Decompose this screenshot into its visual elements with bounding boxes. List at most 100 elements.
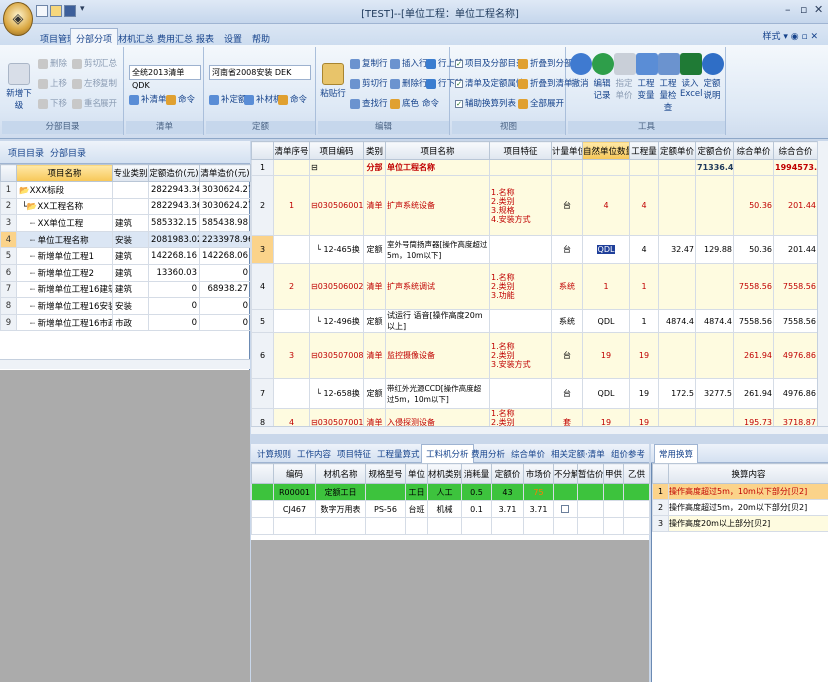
tree-row[interactable]: 7 ┈ 新增单位工程16建筑 建筑 0 68938.27: [0, 280, 251, 299]
column-header[interactable]: 自然单位数量: [582, 141, 630, 160]
tab-quantity-formula[interactable]: 工程量算式: [377, 448, 420, 460]
new-file-icon[interactable]: [36, 5, 48, 17]
column-header[interactable]: 工程量: [629, 141, 659, 160]
tree-row[interactable]: 9 ┈ 新增单位工程16市政 市政 0 0: [0, 313, 251, 332]
grid-row[interactable]: 1 ⊟ 分部 单位工程名称 71336.47 1994573.87: [251, 159, 818, 176]
tab-common-conversion[interactable]: 常用换算: [654, 444, 699, 463]
column-header[interactable]: 材机类别: [427, 463, 462, 484]
tab-settings[interactable]: 设置: [218, 28, 248, 46]
fold-to-bill-button[interactable]: 折叠到清单: [518, 77, 573, 89]
column-header[interactable]: 项目名称: [16, 164, 113, 182]
grid-row[interactable]: 63 ⊟030507008001 清单监控摄像设备 1.名称 2.类别 3.安装…: [251, 332, 818, 379]
restore-icon[interactable]: ▫: [800, 3, 807, 16]
grid-row[interactable]: 42 ⊟030506002001 清单扩声系统调试 1.名称 2.类别 3.功能…: [251, 263, 818, 310]
grid-row[interactable]: 21 ⊟030506001001 清单扩声系统设备 1.名称 2.类别 3.规格…: [251, 175, 818, 236]
minimize-icon[interactable]: –: [785, 3, 791, 16]
close-icon[interactable]: ✕: [814, 3, 823, 16]
material-row-empty[interactable]: [251, 517, 650, 535]
column-header[interactable]: 定额造价(元): [148, 164, 200, 182]
open-folder-icon[interactable]: [50, 5, 62, 17]
collapse-icon[interactable]: ⊟: [311, 351, 318, 360]
column-header[interactable]: 清单造价(元): [199, 164, 251, 182]
tab-work-content[interactable]: 工作内容: [297, 448, 331, 460]
tab-item-features[interactable]: 项目特征: [337, 448, 371, 460]
delete-row-button[interactable]: 删除行: [390, 77, 428, 89]
column-header[interactable]: 单位: [405, 463, 428, 484]
move-left-button[interactable]: 左移: [72, 77, 101, 89]
grid-row-current[interactable]: 3 └ 12-465换 定额 室外号筒扬声器[操作高度超过5m，10m以下] 台 …: [251, 235, 818, 264]
conversion-row[interactable]: 1 操作高度超过5m，10m以下部分[贝2]: [652, 483, 828, 500]
tree-row[interactable]: 2 └📂XX工程名称 2822943.36 3030624.27: [0, 197, 251, 216]
column-header[interactable]: 项目编码: [309, 141, 364, 160]
background-color-button[interactable]: 底色: [390, 97, 419, 109]
column-header[interactable]: 不分解: [553, 463, 578, 484]
tree-row[interactable]: 5 ┈ 新增单位工程1 建筑 142268.16 142268.06: [0, 247, 251, 265]
add-material-button[interactable]: 补材机: [244, 93, 282, 105]
undo-button[interactable]: 撤消: [570, 53, 592, 89]
cut-row-button[interactable]: 剪切行: [350, 77, 388, 89]
rename-button[interactable]: 重名: [72, 97, 101, 109]
column-header[interactable]: 定额单价: [658, 141, 696, 160]
column-header[interactable]: 暂估价: [577, 463, 604, 484]
tab-calculation-rules[interactable]: 计算规则: [257, 448, 291, 460]
copy-button[interactable]: 复制: [100, 77, 117, 89]
add-child-button[interactable]: 新增下级: [4, 63, 34, 111]
delete-button[interactable]: 删除: [38, 57, 67, 69]
move-down-button[interactable]: 下移: [38, 97, 67, 109]
grid-row[interactable]: 7 └ 12-658换 定额 带红外光源CCD[操作高度超过5m，10m以下] 台…: [251, 378, 818, 409]
conversion-row[interactable]: 3 操作高度20m以上部分[贝2]: [652, 515, 828, 532]
left-horizontal-scrollbar[interactable]: [0, 359, 250, 369]
copy-row-button[interactable]: 复制行: [350, 57, 388, 69]
quick-access-dropdown-icon[interactable]: ▾: [80, 4, 85, 14]
tab-divisions[interactable]: 分部分项: [70, 28, 119, 46]
tab-reports[interactable]: 报表: [190, 28, 220, 46]
tab-cost-analysis[interactable]: 费用分析: [471, 448, 505, 460]
bill-command-button[interactable]: 命令: [166, 93, 195, 105]
conversion-row[interactable]: 2 操作高度超过5m，20m以下部分[贝2]: [652, 499, 828, 516]
cut-button[interactable]: 剪切: [72, 57, 101, 69]
tab-pricing-reference[interactable]: 组价参考: [611, 448, 645, 460]
view-project-directory-toggle[interactable]: ✓ 项目及分部目录: [455, 57, 525, 69]
tree-row[interactable]: 1 📂XXX标段 2822943.36 3030624.27: [0, 181, 251, 199]
edit-history-button[interactable]: 编辑记录: [592, 53, 614, 101]
tab-division-directory[interactable]: 分部目录: [50, 146, 86, 159]
column-header[interactable]: 编码: [273, 463, 316, 484]
view-bill-properties-toggle[interactable]: ✓ 清单及定额属性: [455, 77, 525, 89]
add-quota-button[interactable]: 补定额: [209, 93, 247, 105]
column-header[interactable]: 材机名称: [315, 463, 366, 484]
import-excel-button[interactable]: 读入Excel: [680, 53, 703, 99]
save-icon[interactable]: [64, 5, 76, 17]
set-unit-price-button[interactable]: 指定单价: [614, 53, 636, 101]
column-header[interactable]: 规格型号: [365, 463, 406, 484]
column-header[interactable]: 专业类别: [112, 164, 149, 182]
paste-row-button[interactable]: 粘贴行: [320, 63, 346, 99]
column-header[interactable]: 类别: [363, 141, 386, 160]
grid-row[interactable]: 5 └ 12-496换 定额 试运行 语音[操作高度20m以上] 系统 QDL 1 48…: [251, 309, 818, 333]
splitter[interactable]: [251, 434, 828, 444]
bill-library-select[interactable]: 全统2013清单 QDK: [129, 65, 201, 90]
fold-to-division-button[interactable]: 折叠到分部: [518, 57, 573, 69]
column-header[interactable]: 综合单价: [733, 141, 774, 160]
quota-command-button[interactable]: 命令: [278, 93, 307, 105]
column-header[interactable]: 定额价: [491, 463, 524, 484]
view-conversion-list-toggle[interactable]: ✓ 辅助换算列表: [455, 97, 516, 109]
column-header[interactable]: 项目特征: [489, 141, 552, 160]
tree-row-selected[interactable]: 4 ┈ 单位工程名称 安装 2081983.02 2233978.96: [0, 230, 251, 249]
column-header[interactable]: 定额合价: [695, 141, 734, 160]
column-header[interactable]: 消耗量: [461, 463, 492, 484]
main-vertical-scrollbar[interactable]: [817, 141, 828, 426]
column-header[interactable]: 市场价: [523, 463, 554, 484]
app-menu-button[interactable]: ◈: [3, 2, 33, 36]
quota-library-select[interactable]: 河南省2008安装 DEK: [209, 65, 311, 80]
selected-cell[interactable]: QDL: [596, 245, 616, 254]
tree-row[interactable]: 3 ┈ XX单位工程 建筑 585332.15 585438.98: [0, 214, 251, 232]
no-decompose-checkbox[interactable]: [560, 505, 569, 513]
column-header[interactable]: 清单序号: [273, 141, 310, 160]
column-header[interactable]: 计量单位: [551, 141, 583, 160]
tab-related-quota[interactable]: 相关定额·清单: [551, 448, 605, 460]
quantity-check-button[interactable]: 工程量检查: [658, 53, 680, 113]
tab-composite-price[interactable]: 综合单价: [511, 448, 545, 460]
find-row-button[interactable]: 查找行: [350, 97, 388, 109]
collapse-icon[interactable]: ⊟: [311, 201, 318, 210]
move-up-button[interactable]: 上移: [38, 77, 67, 89]
